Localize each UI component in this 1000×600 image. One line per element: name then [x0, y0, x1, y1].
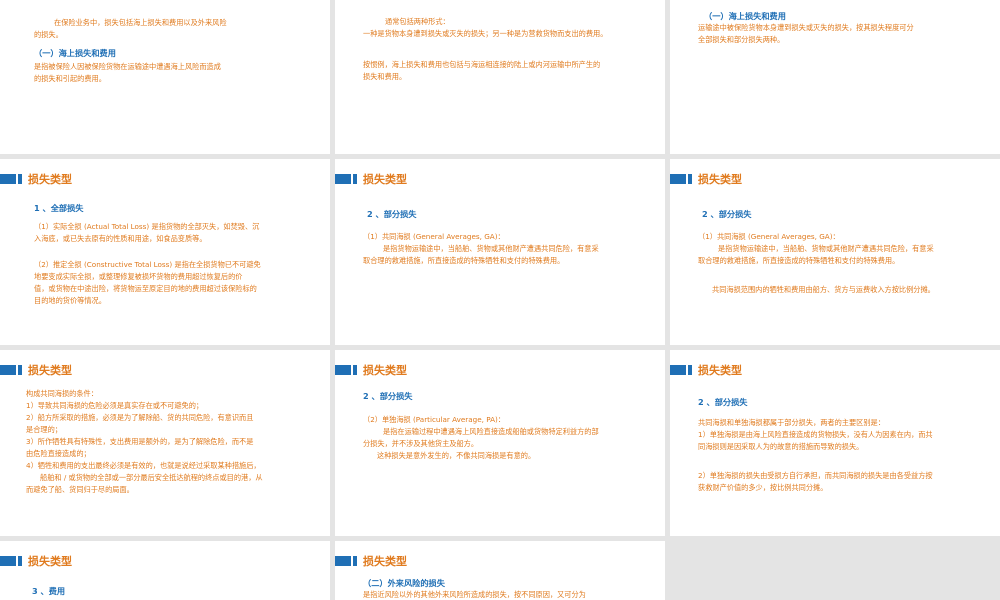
slide-subtitle: 2 、部分损失: [698, 397, 748, 407]
slide-subtitle: 1 、全部损失: [34, 203, 84, 213]
empty-slot: [670, 541, 1000, 600]
slide-title: 损失类型: [363, 555, 407, 568]
header-bar-icon: [0, 365, 16, 375]
slide-header: 损失类型: [335, 172, 407, 186]
slide-subtitle: （一）海上损失和费用: [34, 48, 116, 58]
slide-title: 损失类型: [698, 173, 742, 186]
slide-11: 损失类型 （二）外来风险的损失 是指近风险以外的其他外来风险所造成的损失，按不同…: [335, 541, 665, 600]
slide-2: 通常包括两种形式： 一种是货物本身遭到损失或灭失的损失；另一种是为营救货物而支出…: [335, 0, 665, 154]
body-text-b: 是指被保险人因被保险货物在运输途中遭遇海上风险而造成 的损失和引起的费用。: [34, 62, 221, 83]
slide-title: 损失类型: [28, 555, 72, 568]
slide-title: 损失类型: [363, 364, 407, 377]
body-text-a: 共同海损和单独海损都属于部分损失，两者的主要区别是： 1）单独海损是由海上风险直…: [698, 418, 933, 451]
header-bar-icon: [335, 174, 351, 184]
body-text-a: （1）共同海损 (General Averages, GA)： 是指货物运输途中…: [363, 232, 599, 265]
slide-title: 损失类型: [363, 173, 407, 186]
header-bar-icon: [670, 174, 686, 184]
body-text-b: 按惯例，海上损失和费用也包括与海运相连接的陆上或内河运输中所产生的 损失和费用。: [363, 60, 601, 81]
body-text-a: 通常包括两种形式： 一种是货物本身遭到损失或灭失的损失；另一种是为营救货物而支出…: [363, 17, 608, 38]
slide-3: （一）海上损失和费用 运输途中被保险货物本身遭到损失或灭失的损失，按其损失程度可…: [670, 0, 1000, 154]
body-text-a: 在保险业务中，损失包括海上损失和费用以及外来风险 的损失。: [34, 18, 227, 39]
body-text-a: （1）实际全损 (Actual Total Loss) 是指货物的全部灭失，如焚…: [34, 222, 260, 243]
header-bar-icon: [0, 174, 16, 184]
header-bar-icon: [670, 365, 686, 375]
slide-header: 损失类型: [0, 363, 72, 377]
slide-header: 损失类型: [670, 363, 742, 377]
header-bar-icon: [0, 556, 16, 566]
slide-10: 损失类型 3 、费用: [0, 541, 330, 600]
body-text-b: 2）单独海损的损失由受损方自行承担，而共同海损的损失是由各受益方按 获救财产价值…: [698, 471, 933, 492]
header-bar-icon: [353, 365, 357, 375]
slide-title: 损失类型: [28, 173, 72, 186]
slide-title: 损失类型: [698, 364, 742, 377]
slide-header: 损失类型: [335, 363, 407, 377]
slide-subtitle: 2 、部分损失: [702, 209, 752, 219]
slide-header: 损失类型: [335, 554, 407, 568]
slide-9: 损失类型 2 、部分损失 共同海损和单独海损都属于部分损失，两者的主要区别是： …: [670, 350, 1000, 536]
slide-7: 损失类型 构成共同海损的条件： 1）导致共同海损的危险必须是真实存在或不可避免的…: [0, 350, 330, 536]
body-text-a: 是指近风险以外的其他外来风险所造成的损失，按不同原因，又可分为: [363, 590, 586, 599]
header-bar-icon: [18, 556, 22, 566]
slide-5: 损失类型 2 、部分损失 （1）共同海损 (General Averages, …: [335, 159, 665, 345]
header-bar-icon: [18, 365, 22, 375]
header-bar-icon: [688, 365, 692, 375]
header-bar-icon: [335, 365, 351, 375]
body-text-a: （2）单独海损 (Particular Average, PA)： 是指在运输过…: [363, 415, 599, 460]
body-text-a: 构成共同海损的条件： 1）导致共同海损的危险必须是真实存在或不可避免的； 2）船…: [26, 389, 263, 494]
header-bar-icon: [18, 174, 22, 184]
slide-6: 损失类型 2 、部分损失 （1）共同海损 (General Averages, …: [670, 159, 1000, 345]
slide-header: 损失类型: [670, 172, 742, 186]
slide-header: 损失类型: [0, 172, 72, 186]
body-text-b: （2）推定全损 (Constructive Total Loss) 是指在全损货…: [34, 260, 261, 305]
header-bar-icon: [353, 556, 357, 566]
slide-subtitle: 3 、费用: [32, 586, 66, 596]
slide-4: 损失类型 1 、全部损失 （1）实际全损 (Actual Total Loss)…: [0, 159, 330, 345]
header-bar-icon: [335, 556, 351, 566]
slide-subtitle: 2 、部分损失: [363, 391, 413, 401]
slide-1: 在保险业务中，损失包括海上损失和费用以及外来风险 的损失。 （一）海上损失和费用…: [0, 0, 330, 154]
body-text-a: 运输途中被保险货物本身遭到损失或灭失的损失，按其损失程度可分 全部损失和部分损失…: [698, 23, 914, 44]
slide-subtitle: （二）外来风险的损失: [363, 578, 445, 588]
slide-8: 损失类型 2 、部分损失 （2）单独海损 (Particular Average…: [335, 350, 665, 536]
body-text-a: （1）共同海损 (General Averages, GA)： 是指货物运输途中…: [698, 232, 934, 265]
slide-subtitle: 2 、部分损失: [367, 209, 417, 219]
slide-header: 损失类型: [0, 554, 72, 568]
header-bar-icon: [353, 174, 357, 184]
slide-title: 损失类型: [28, 364, 72, 377]
slide-subtitle: （一）海上损失和费用: [704, 11, 786, 21]
header-bar-icon: [688, 174, 692, 184]
body-text-b: 共同海损范围内的牺牲和费用由船方、货方与运费收入方按比例分摊。: [712, 285, 935, 294]
